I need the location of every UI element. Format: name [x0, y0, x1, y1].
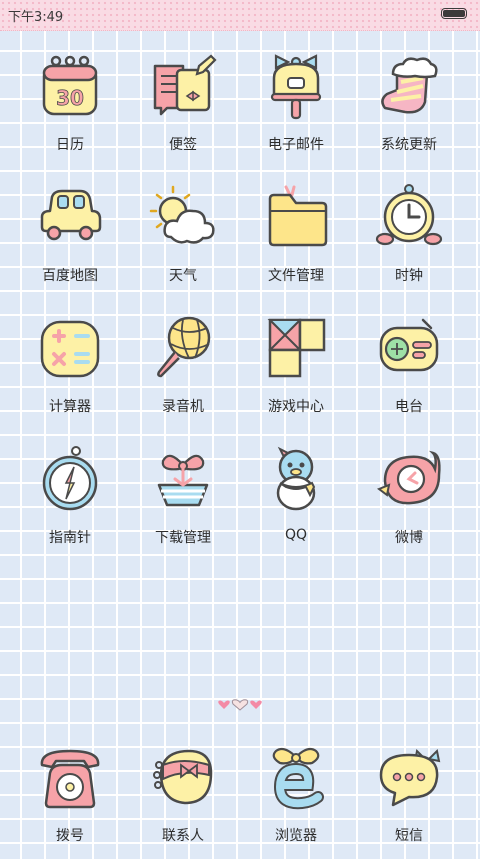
- app-label: 下载管理: [155, 530, 211, 546]
- page-indicator: [218, 699, 262, 711]
- dock-browser[interactable]: 浏览器: [246, 739, 346, 859]
- app-compass[interactable]: 指南针: [20, 441, 120, 561]
- app-label: 拨号: [56, 828, 84, 844]
- telephone-icon: [40, 749, 100, 809]
- app-label: 天气: [169, 268, 197, 284]
- page-dot-heart-icon: [218, 700, 230, 709]
- app-weather[interactable]: 天气: [133, 179, 233, 299]
- app-baidu-map[interactable]: 百度地图: [20, 179, 120, 299]
- app-label: 电子邮件: [268, 137, 324, 153]
- svg-text:30: 30: [56, 86, 84, 110]
- dock-messages[interactable]: 短信: [359, 739, 459, 859]
- app-label: 录音机: [162, 399, 204, 415]
- mailbox-icon: [270, 54, 322, 120]
- app-label: 百度地图: [42, 268, 98, 284]
- app-label: 浏览器: [275, 828, 317, 844]
- radio-icon: [379, 318, 439, 372]
- calculator-icon: [40, 320, 100, 378]
- calendar-icon: 30: [42, 55, 98, 116]
- address-book-icon: [153, 749, 213, 805]
- app-label: 计算器: [49, 399, 91, 415]
- weibo-bird-icon: [376, 450, 441, 505]
- microphone-icon: [157, 316, 211, 378]
- app-label: 日历: [56, 137, 84, 153]
- stocking-icon: [381, 57, 438, 114]
- app-radio[interactable]: 电台: [359, 310, 459, 430]
- dock-contacts[interactable]: 联系人: [133, 739, 233, 859]
- browser-e-icon: [272, 747, 324, 810]
- battery-icon: [441, 8, 467, 19]
- penguin-icon: [276, 446, 316, 511]
- app-weibo[interactable]: 微博: [359, 441, 459, 561]
- app-label: 微博: [395, 530, 423, 546]
- alarm-clock-icon: [375, 184, 443, 246]
- status-bar: 下午3:49: [0, 0, 480, 31]
- gift-box-icon: [157, 454, 209, 507]
- speech-bubble-icon: [379, 748, 441, 807]
- app-label: QQ: [284, 527, 308, 543]
- dock-dialer[interactable]: 拨号: [20, 739, 120, 859]
- app-system-update[interactable]: 系统更新: [359, 48, 459, 168]
- app-file-manager[interactable]: 文件管理: [246, 179, 346, 299]
- app-label: 便签: [169, 137, 197, 153]
- app-email[interactable]: 电子邮件: [246, 48, 346, 168]
- page-dot-active-heart-icon: [231, 699, 249, 711]
- puzzle-blocks-icon: [267, 318, 326, 378]
- app-label: 系统更新: [381, 137, 437, 153]
- app-recorder[interactable]: 录音机: [133, 310, 233, 430]
- app-label: 联系人: [162, 828, 204, 844]
- folder-icon: [268, 185, 328, 247]
- app-label: 电台: [395, 399, 423, 415]
- app-download-manager[interactable]: 下载管理: [133, 441, 233, 561]
- app-game-center[interactable]: 游戏中心: [246, 310, 346, 430]
- app-notes[interactable]: 便签: [133, 48, 233, 168]
- notepad-icon: [153, 54, 217, 116]
- app-calendar[interactable]: 30 日历: [20, 48, 120, 168]
- app-calculator[interactable]: 计算器: [20, 310, 120, 430]
- app-label: 游戏中心: [268, 399, 324, 415]
- app-label: 时钟: [395, 268, 423, 284]
- status-time: 下午3:49: [8, 10, 64, 25]
- sun-cloud-icon: [149, 185, 215, 244]
- car-icon: [40, 189, 102, 241]
- compass-icon: [42, 446, 98, 511]
- app-label: 文件管理: [268, 268, 324, 284]
- page-dot-heart-icon: [250, 700, 262, 709]
- app-clock[interactable]: 时钟: [359, 179, 459, 299]
- app-qq[interactable]: QQ: [246, 441, 346, 561]
- app-label: 指南针: [49, 530, 91, 546]
- app-label: 短信: [395, 828, 423, 844]
